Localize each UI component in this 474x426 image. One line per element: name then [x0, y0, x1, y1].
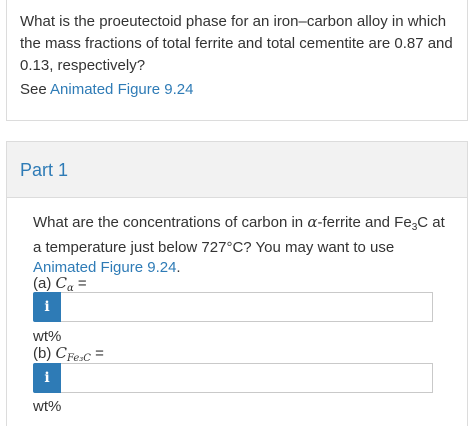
answer-b-symbol: C [55, 344, 67, 362]
part-prompt: What are the concentrations of carbon in… [33, 212, 453, 278]
answer-a-row: i [33, 292, 433, 322]
prompt-text-1: What are the concentrations of carbon in [33, 214, 308, 231]
answer-b-row: i [33, 363, 433, 393]
answer-a-input[interactable] [61, 292, 433, 322]
question-text: What is the proeutectoid phase for an ir… [20, 13, 453, 74]
answer-a-prefix: (a) [33, 275, 56, 292]
alpha-symbol: α [307, 213, 318, 231]
answer-a-equals: = [73, 275, 87, 292]
see-line: See Animated Figure 9.24 [20, 79, 193, 101]
answer-b-unit: wt% [33, 398, 62, 415]
prompt-text-end: . [176, 259, 181, 276]
see-prefix: See [20, 81, 51, 98]
answer-b-equals: = [90, 345, 104, 362]
info-icon[interactable]: i [33, 363, 61, 393]
info-icon[interactable]: i [33, 292, 61, 322]
animated-figure-link[interactable]: Animated Figure 9.24 [50, 81, 193, 98]
answer-a-symbol: C [55, 274, 67, 292]
answer-b-prefix: (b) [33, 345, 56, 362]
prompt-text-2: -ferrite and Fe [317, 214, 412, 231]
part-card: Part 1 What are the concentrations of ca… [6, 141, 468, 426]
part-body: What are the concentrations of carbon in… [33, 212, 453, 415]
answer-b-input[interactable] [61, 363, 433, 393]
question-card: What is the proeutectoid phase for an ir… [6, 0, 468, 121]
part-title: Part 1 [20, 160, 69, 180]
part-header: Part 1 [7, 142, 467, 198]
